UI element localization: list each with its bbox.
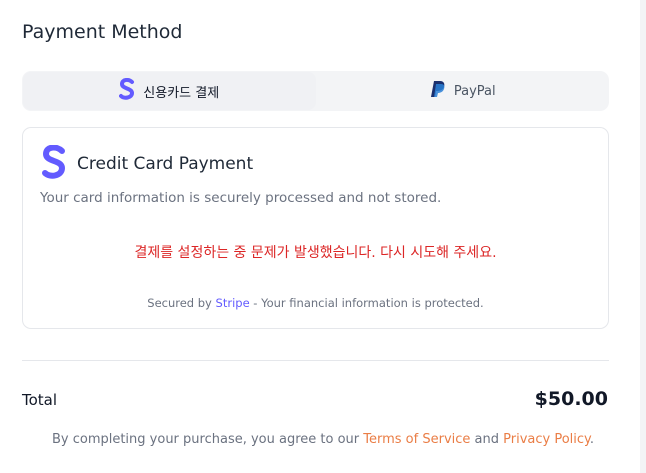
- stripe-icon: [119, 77, 135, 104]
- card-description: Your card information is securely proces…: [40, 190, 442, 206]
- total-label: Total: [22, 391, 58, 409]
- tab-paypal[interactable]: PayPal: [317, 71, 610, 111]
- terms-prefix: By completing your purchase, you agree t…: [51, 432, 364, 447]
- total-amount: $50.00: [534, 388, 608, 410]
- tab-credit-card[interactable]: 신용카드 결제: [23, 72, 316, 110]
- security-note: Secured by Stripe - Your financial infor…: [23, 296, 608, 310]
- security-note-suffix: - Your financial information is protecte…: [249, 296, 484, 310]
- terms-suffix: .: [589, 432, 595, 447]
- privacy-policy-link[interactable]: Privacy Policy: [503, 432, 590, 447]
- stripe-link: Stripe: [215, 296, 250, 310]
- tab-credit-card-label: 신용카드 결제: [143, 85, 220, 101]
- card-header: Credit Card Payment: [41, 144, 254, 183]
- tab-paypal-label: PayPal: [453, 83, 496, 99]
- terms-of-service-link[interactable]: Terms of Service: [363, 432, 470, 447]
- paypal-icon: [430, 80, 446, 102]
- card-title: Credit Card Payment: [77, 154, 254, 174]
- divider: [22, 360, 609, 361]
- credit-card-panel: Credit Card Payment Your card informatio…: [22, 127, 609, 329]
- stripe-icon: [41, 144, 67, 183]
- error-message: 결제를 설정하는 중 문제가 발생했습니다. 다시 시도해 주세요.: [134, 245, 497, 261]
- payment-tabs: 신용카드 결제 PayPal: [22, 71, 609, 111]
- terms-notice: By completing your purchase, you agree t…: [0, 432, 646, 447]
- security-note-prefix: Secured by: [147, 296, 216, 310]
- scrollbar-track[interactable]: [640, 0, 646, 473]
- terms-and: and: [470, 432, 504, 447]
- page-title: Payment Method: [22, 21, 183, 43]
